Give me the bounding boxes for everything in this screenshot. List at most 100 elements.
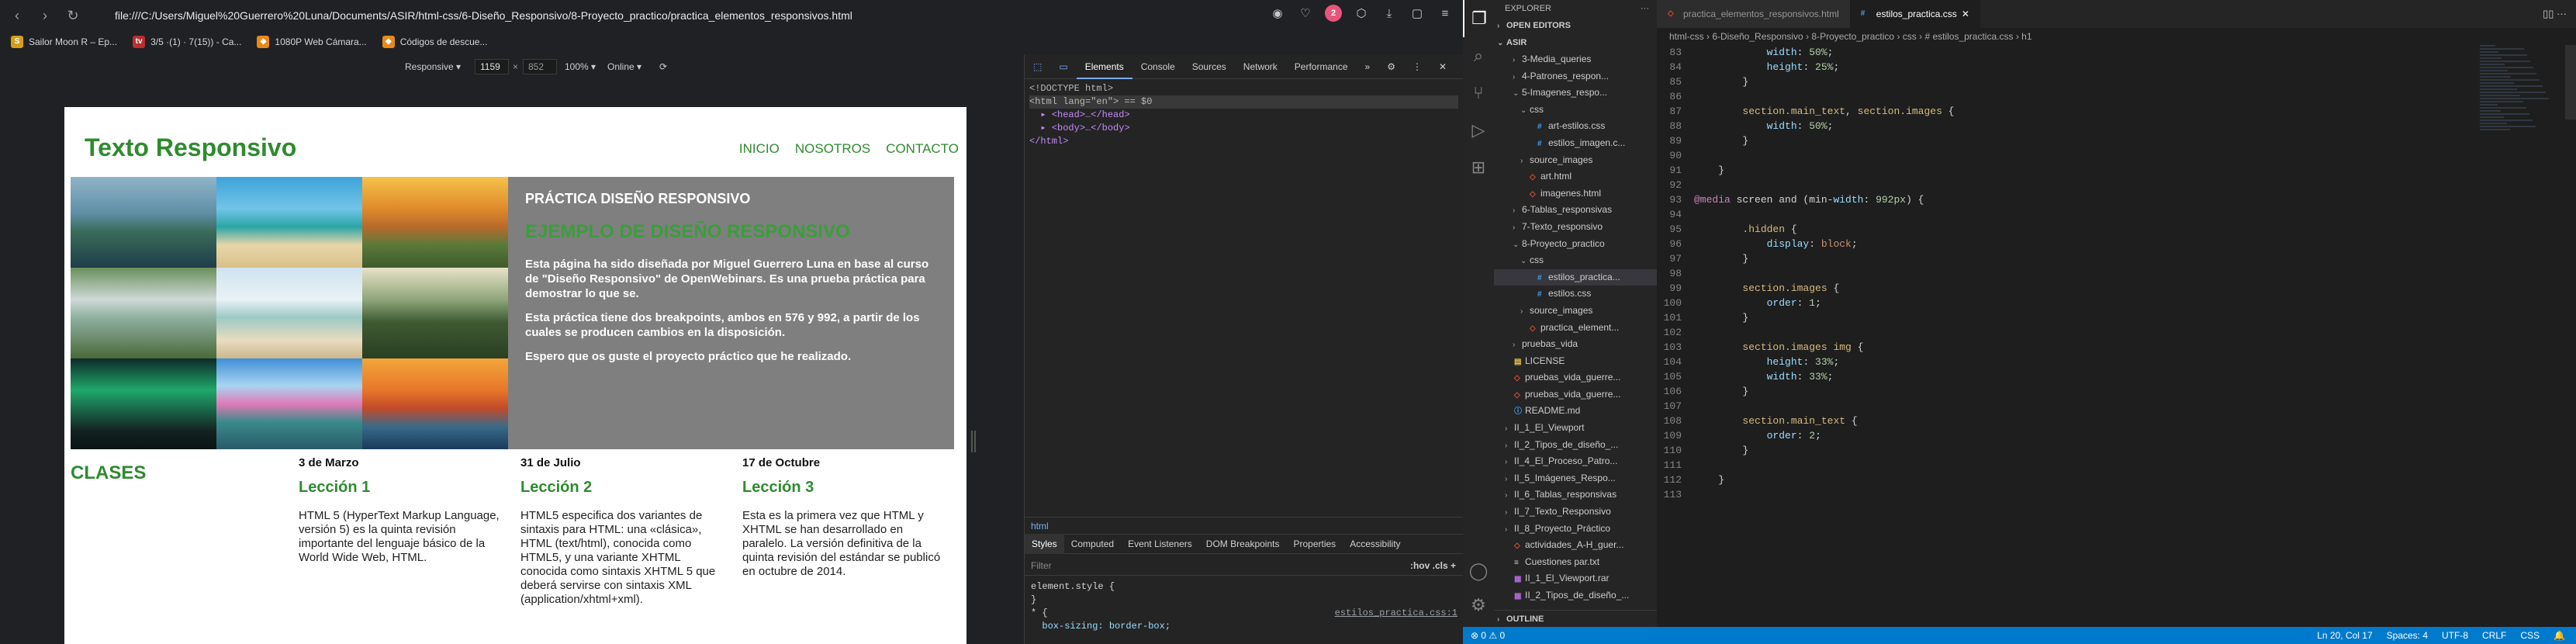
- tree-file[interactable]: # estilos.css: [1494, 286, 1657, 303]
- code-line[interactable]: 98: [1657, 266, 2464, 281]
- bookmark-item[interactable]: S Sailor Moon R – Ep...: [11, 36, 117, 48]
- settings-icon[interactable]: ⚙: [1378, 54, 1404, 79]
- tree-file[interactable]: ▦ II_2_Tipos_de_diseño_...: [1494, 587, 1657, 604]
- language-mode[interactable]: CSS: [2520, 627, 2540, 644]
- tree-file[interactable]: ▦ II_1_El_Viewport.rar: [1494, 570, 1657, 587]
- code-line[interactable]: 106 }: [1657, 384, 2464, 399]
- width-input[interactable]: 1159: [475, 59, 509, 74]
- code-line[interactable]: 83 width: 50%;: [1657, 45, 2464, 60]
- run-debug-icon[interactable]: ▷: [1463, 112, 1494, 149]
- dom-node[interactable]: ▸ <head>…</head>: [1029, 109, 1458, 122]
- cursor-position[interactable]: Ln 20, Col 17: [2317, 627, 2372, 644]
- code-line[interactable]: 107: [1657, 399, 2464, 414]
- tab-console[interactable]: Console: [1132, 54, 1184, 79]
- open-editors-section[interactable]: › OPEN EDITORS: [1494, 17, 1657, 34]
- tree-folder[interactable]: ⌄ css: [1494, 102, 1657, 119]
- tree-file[interactable]: ⓘ README.md: [1494, 403, 1657, 420]
- code-line[interactable]: 91 }: [1657, 163, 2464, 178]
- code-line[interactable]: 113: [1657, 487, 2464, 502]
- forward-icon[interactable]: ›: [34, 5, 56, 26]
- code-line[interactable]: 111: [1657, 458, 2464, 473]
- download-icon[interactable]: ⤓: [1381, 5, 1398, 22]
- tab-accessibility[interactable]: Accessibility: [1343, 534, 1407, 554]
- tree-file[interactable]: # art-estilos.css: [1494, 118, 1657, 135]
- tree-file[interactable]: ◇ practica_element...: [1494, 320, 1657, 337]
- code-line[interactable]: 92: [1657, 178, 2464, 192]
- code-line[interactable]: 108 section.main_text {: [1657, 414, 2464, 428]
- notifications-icon[interactable]: 🔔: [2554, 627, 2565, 644]
- outline-section[interactable]: › OUTLINE: [1494, 610, 1657, 627]
- tree-folder[interactable]: › II_7_Texto_Responsivo: [1494, 504, 1657, 521]
- tree-file[interactable]: # estilos_imagen.c...: [1494, 135, 1657, 152]
- split-editor-icon[interactable]: ▯▯ ···: [2543, 8, 2567, 20]
- bookmark-item[interactable]: tv 3/5 ·(1) · 7(15)) - Ca...: [133, 36, 241, 48]
- throttle-select[interactable]: Online ▾: [607, 61, 641, 72]
- code-line[interactable]: 105 width: 33%;: [1657, 369, 2464, 384]
- nav-nosotros[interactable]: NOSOTROS: [795, 141, 870, 157]
- sidebar-icon[interactable]: ▢: [1409, 5, 1426, 22]
- editor-scrollbar[interactable]: [2565, 45, 2576, 119]
- search-icon[interactable]: ⌕: [1463, 37, 1494, 74]
- tree-folder[interactable]: › 4-Patrones_respon...: [1494, 68, 1657, 85]
- back-icon[interactable]: ‹: [6, 5, 28, 26]
- bookmark-item[interactable]: ◆ Códigos de descue...: [382, 36, 487, 48]
- code-line[interactable]: 89 }: [1657, 133, 2464, 148]
- filter-actions[interactable]: :hov .cls +: [1410, 560, 1456, 571]
- tab-network[interactable]: Network: [1235, 54, 1286, 79]
- url-field[interactable]: file:///C:/Users/Miguel%20Guerrero%20Lun…: [115, 9, 852, 22]
- code-line[interactable]: 102: [1657, 325, 2464, 340]
- dom-node[interactable]: <html lang="en"> == $0: [1029, 95, 1458, 109]
- device-toggle-icon[interactable]: ▭: [1050, 54, 1076, 79]
- device-select[interactable]: Responsive ▾: [405, 61, 461, 72]
- explorer-icon[interactable]: ❐: [1463, 0, 1494, 37]
- code-line[interactable]: 112 }: [1657, 473, 2464, 487]
- dom-node[interactable]: <!DOCTYPE html>: [1029, 82, 1458, 95]
- code-line[interactable]: 88 width: 50%;: [1657, 119, 2464, 133]
- code-line[interactable]: 99 section.images {: [1657, 281, 2464, 296]
- root-folder[interactable]: ⌄ ASIR: [1494, 34, 1657, 51]
- bookmark-item[interactable]: ◆ 1080P Web Cámara...: [257, 36, 367, 48]
- dom-node[interactable]: ▸ <body>…</body>: [1029, 122, 1458, 135]
- extensions-icon[interactable]: ⊞: [1463, 149, 1494, 186]
- reload-icon[interactable]: ↻: [62, 5, 84, 26]
- tab-computed[interactable]: Computed: [1064, 534, 1121, 554]
- code-line[interactable]: 86: [1657, 89, 2464, 104]
- code-line[interactable]: 104 height: 33%;: [1657, 355, 2464, 369]
- code-line[interactable]: 84 height: 25%;: [1657, 60, 2464, 74]
- tree-folder[interactable]: › pruebas_vida: [1494, 336, 1657, 353]
- tree-folder[interactable]: ⌄ 8-Proyecto_practico: [1494, 236, 1657, 253]
- more-actions-icon[interactable]: ···: [1641, 0, 1649, 17]
- tree-file[interactable]: ◇ art.html: [1494, 168, 1657, 185]
- editor-breadcrumbs[interactable]: html-css › 6-Diseño_Responsivo › 8-Proye…: [1657, 28, 2576, 45]
- tree-folder[interactable]: › 7-Texto_responsivo: [1494, 219, 1657, 236]
- nav-contacto[interactable]: CONTACTO: [886, 141, 959, 157]
- code-line[interactable]: 85 }: [1657, 74, 2464, 89]
- height-input[interactable]: 852: [523, 59, 557, 74]
- tab-html-file[interactable]: ◇ practica_elementos_responsivos.html: [1657, 0, 1850, 28]
- dom-node[interactable]: </html>: [1029, 135, 1458, 148]
- code-line[interactable]: 87 section.main_text, section.images {: [1657, 104, 2464, 119]
- tree-file[interactable]: # estilos_practica...: [1494, 268, 1657, 286]
- tree-folder[interactable]: › 3-Media_queries: [1494, 51, 1657, 68]
- code-line[interactable]: 109 order: 2;: [1657, 428, 2464, 443]
- tree-file[interactable]: ≡ Cuestiones par.txt: [1494, 554, 1657, 571]
- close-tab-icon[interactable]: ✕: [1962, 0, 1969, 28]
- tree-folder[interactable]: › II_5_Imágenes_Respo...: [1494, 470, 1657, 487]
- tab-styles[interactable]: Styles: [1025, 534, 1064, 554]
- code-line[interactable]: 103 section.images img {: [1657, 340, 2464, 355]
- minimap[interactable]: [2480, 45, 2565, 138]
- close-icon[interactable]: ✕: [1430, 54, 1455, 79]
- code-line[interactable]: 101 }: [1657, 310, 2464, 325]
- tree-folder[interactable]: › source_images: [1494, 152, 1657, 169]
- tab-properties[interactable]: Properties: [1286, 534, 1343, 554]
- code-line[interactable]: 97 }: [1657, 251, 2464, 266]
- code-view[interactable]: 83 width: 50%; 84 height: 25%; 85 } 86 87 se…: [1657, 45, 2464, 502]
- tree-file[interactable]: ◇ pruebas_vida_guerre...: [1494, 386, 1657, 403]
- zoom-select[interactable]: 100% ▾: [565, 61, 596, 72]
- inspect-icon[interactable]: ⬚: [1025, 54, 1050, 79]
- tab-event-listeners[interactable]: Event Listeners: [1121, 534, 1199, 554]
- tree-file[interactable]: ◇ pruebas_vida_guerre...: [1494, 369, 1657, 386]
- encoding[interactable]: UTF-8: [2442, 627, 2468, 644]
- tree-folder[interactable]: ⌄ 5-Imagenes_respo...: [1494, 85, 1657, 102]
- line-ending[interactable]: CRLF: [2482, 627, 2506, 644]
